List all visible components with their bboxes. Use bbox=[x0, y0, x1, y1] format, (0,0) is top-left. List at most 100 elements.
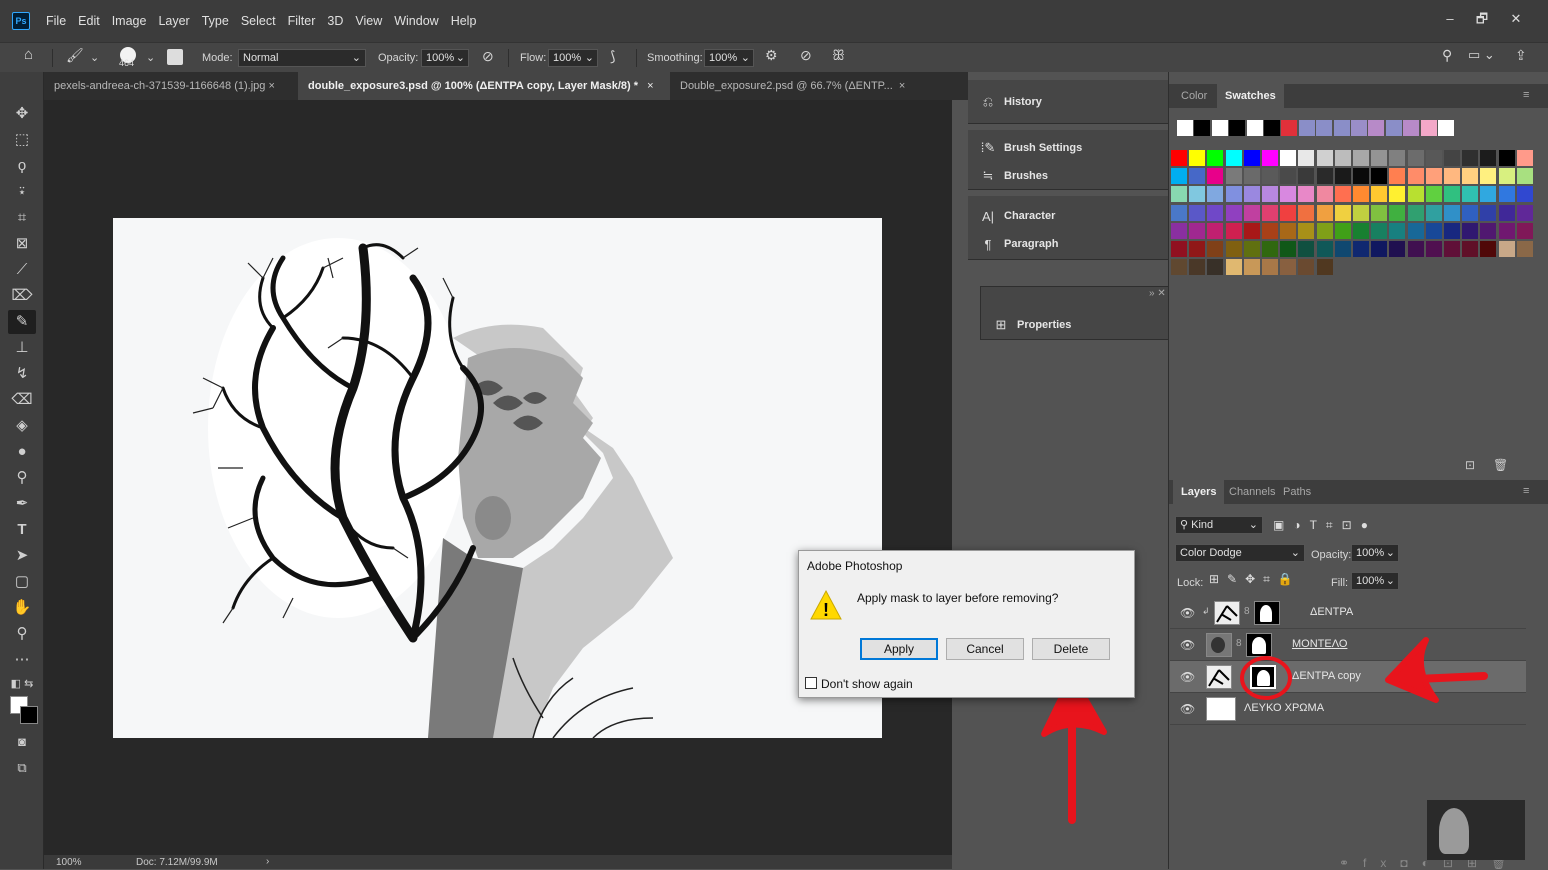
photoshop-logo-icon[interactable]: Ps bbox=[12, 12, 30, 30]
mode-select[interactable]: Normal ⌄ bbox=[238, 49, 366, 67]
color-swatch[interactable] bbox=[1353, 186, 1369, 203]
path-selection-tool-icon[interactable]: ➤ bbox=[8, 544, 36, 568]
color-swatch[interactable] bbox=[1243, 204, 1260, 221]
tab-color[interactable]: Color bbox=[1173, 84, 1215, 108]
color-swatch[interactable] bbox=[1207, 241, 1224, 257]
delete-button[interactable]: Delete bbox=[1032, 638, 1110, 660]
pen-tool-icon[interactable]: ✒ bbox=[8, 492, 36, 516]
color-swatch[interactable] bbox=[1353, 204, 1369, 221]
color-swatch[interactable] bbox=[1298, 204, 1315, 221]
color-swatch[interactable] bbox=[1171, 186, 1187, 203]
screen-mode-icon[interactable]: ⧉ bbox=[8, 756, 36, 780]
healing-brush-tool-icon[interactable]: ⌦ bbox=[8, 284, 36, 308]
color-swatch[interactable] bbox=[1316, 259, 1333, 276]
color-swatch[interactable] bbox=[1189, 186, 1206, 203]
color-swatch[interactable] bbox=[1316, 186, 1333, 203]
layer-name[interactable]: ΔΕΝΤΡΑ copy bbox=[1292, 670, 1361, 682]
color-swatch[interactable] bbox=[1189, 150, 1206, 166]
color-swatch[interactable] bbox=[1353, 241, 1369, 257]
tab-document-1[interactable]: pexels-andreea-ch-371539-1166648 (1).jpg… bbox=[44, 72, 298, 100]
menu-type[interactable]: Type bbox=[202, 14, 229, 28]
color-swatch[interactable] bbox=[1243, 259, 1260, 276]
color-swatch[interactable] bbox=[1298, 168, 1315, 185]
tab-document-3[interactable]: Double_exposure2.psd @ 66.7% (ΔΕΝΤΡ... × bbox=[670, 72, 920, 100]
color-swatch[interactable] bbox=[1480, 204, 1497, 221]
airbrush-icon[interactable]: ⟆ bbox=[610, 47, 615, 65]
color-swatch[interactable] bbox=[1516, 186, 1533, 203]
close-icon[interactable]: » ✕ bbox=[1149, 288, 1166, 299]
color-swatch[interactable] bbox=[1516, 222, 1533, 239]
lock-icons[interactable]: ⊞✎✥⌗🔒 bbox=[1209, 572, 1301, 587]
color-swatch[interactable] bbox=[1262, 241, 1278, 257]
color-swatch[interactable] bbox=[1316, 150, 1333, 166]
smoothing-input[interactable]: 100% ⌄ bbox=[704, 49, 754, 67]
color-swatch[interactable] bbox=[1189, 204, 1206, 221]
color-swatch[interactable] bbox=[1334, 222, 1351, 239]
restore-button[interactable]: 🗗 bbox=[1468, 8, 1496, 30]
color-swatch[interactable] bbox=[1371, 241, 1388, 257]
color-swatch[interactable] bbox=[1280, 259, 1297, 276]
layer-mask-thumbnail[interactable] bbox=[1250, 665, 1276, 689]
color-swatch[interactable] bbox=[1480, 186, 1497, 203]
color-swatch[interactable] bbox=[1385, 120, 1402, 136]
color-swatch[interactable] bbox=[1225, 241, 1242, 257]
color-swatch[interactable] bbox=[1444, 150, 1460, 166]
brush-panel-toggle-icon[interactable] bbox=[167, 49, 183, 65]
quick-selection-tool-icon[interactable]: ⍣ bbox=[8, 180, 36, 204]
color-swatch[interactable] bbox=[1171, 168, 1187, 185]
color-swatch[interactable] bbox=[1334, 150, 1351, 166]
hand-tool-icon[interactable]: ✋ bbox=[8, 596, 36, 620]
color-swatch[interactable] bbox=[1207, 204, 1224, 221]
tab-swatches[interactable]: Swatches bbox=[1217, 84, 1284, 108]
menu-image[interactable]: Image bbox=[112, 14, 147, 28]
pressure-size-icon[interactable]: ⊘ bbox=[800, 46, 812, 64]
color-swatch[interactable] bbox=[1498, 168, 1515, 185]
color-swatch[interactable] bbox=[1280, 241, 1297, 257]
color-swatch[interactable] bbox=[1444, 186, 1460, 203]
visibility-eye-icon[interactable]: 👁 bbox=[1180, 638, 1195, 652]
paragraph-panel-button[interactable]: ¶ Paragraph bbox=[968, 230, 1164, 258]
chain-link-icon[interactable]: 8 bbox=[1244, 606, 1250, 617]
brush-tool-preset-icon[interactable]: 🖌 bbox=[66, 46, 84, 64]
fill-input[interactable]: 100% ⌄ bbox=[1351, 572, 1399, 590]
color-swatch[interactable] bbox=[1389, 222, 1406, 239]
delete-swatch-icon[interactable]: 🗑 bbox=[1493, 458, 1508, 472]
layer-name[interactable]: ΛΕΥΚΟ ΧΡΩΜΑ bbox=[1244, 702, 1324, 714]
color-swatch[interactable] bbox=[1243, 186, 1260, 203]
color-swatch[interactable] bbox=[1298, 150, 1315, 166]
brush-settings-panel-button[interactable]: ⁞✎ Brush Settings bbox=[968, 134, 1164, 162]
color-swatch[interactable] bbox=[1444, 241, 1460, 257]
frame-tool-icon[interactable]: ⊠ bbox=[8, 232, 36, 256]
chain-link-icon[interactable]: 8 bbox=[1236, 638, 1242, 649]
color-swatch[interactable] bbox=[1243, 168, 1260, 185]
color-swatch[interactable] bbox=[1462, 150, 1479, 166]
color-swatch[interactable] bbox=[1225, 168, 1242, 185]
color-swatch[interactable] bbox=[1353, 168, 1369, 185]
new-swatch-icon[interactable]: ⊡ bbox=[1465, 458, 1475, 472]
menu-select[interactable]: Select bbox=[241, 14, 276, 28]
color-swatch[interactable] bbox=[1334, 186, 1351, 203]
visibility-eye-icon[interactable]: 👁 bbox=[1180, 606, 1195, 620]
color-swatch[interactable] bbox=[1444, 222, 1460, 239]
color-swatch[interactable] bbox=[1480, 150, 1497, 166]
color-swatch[interactable] bbox=[1389, 241, 1406, 257]
layer-opacity-input[interactable]: 100% ⌄ bbox=[1351, 544, 1399, 562]
close-icon[interactable]: × bbox=[899, 80, 905, 92]
color-swatch[interactable] bbox=[1171, 150, 1187, 166]
share-icon[interactable]: ⇪ bbox=[1515, 46, 1527, 64]
menu-layer[interactable]: Layer bbox=[158, 14, 189, 28]
color-swatch[interactable] bbox=[1420, 120, 1437, 136]
color-swatch[interactable] bbox=[1334, 168, 1351, 185]
color-swatch[interactable] bbox=[1371, 204, 1388, 221]
color-swatch[interactable] bbox=[1389, 150, 1406, 166]
color-swatch[interactable] bbox=[1371, 186, 1388, 203]
menu-filter[interactable]: Filter bbox=[288, 14, 316, 28]
color-swatch[interactable] bbox=[1298, 120, 1315, 136]
paint-bucket-tool-icon[interactable]: ◈ bbox=[8, 414, 36, 438]
layer-row-dentra-copy[interactable]: 👁 ΔΕΝΤΡΑ copy bbox=[1170, 661, 1526, 693]
panel-menu-icon[interactable]: ≡ bbox=[1523, 485, 1529, 497]
color-swatch[interactable] bbox=[1225, 186, 1242, 203]
color-swatch[interactable] bbox=[1407, 204, 1424, 221]
color-swatch[interactable] bbox=[1425, 222, 1442, 239]
color-swatch[interactable] bbox=[1498, 222, 1515, 239]
